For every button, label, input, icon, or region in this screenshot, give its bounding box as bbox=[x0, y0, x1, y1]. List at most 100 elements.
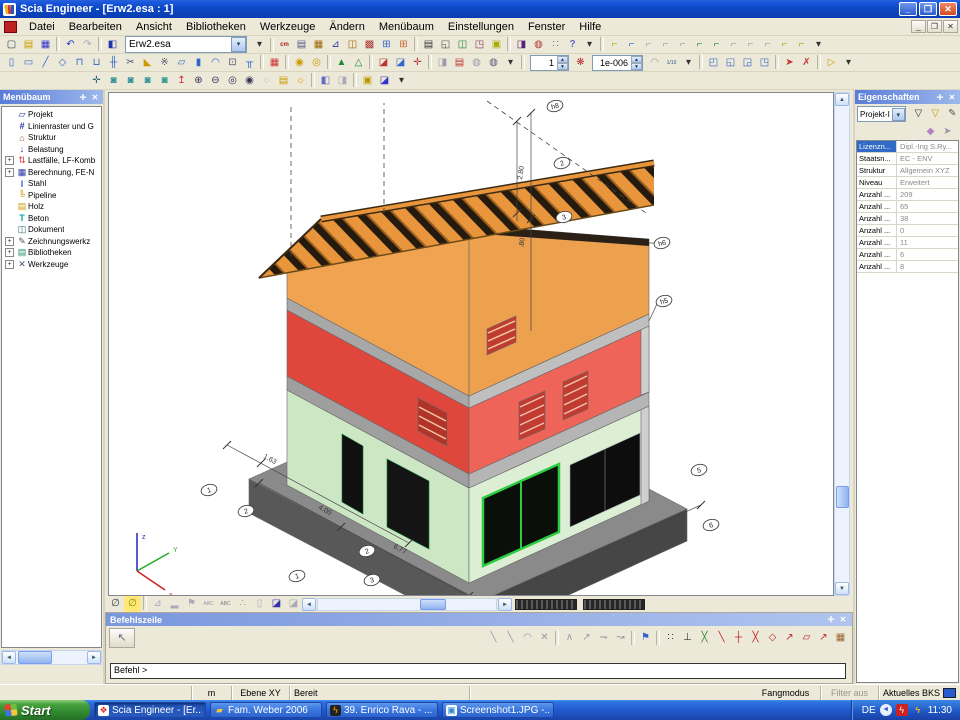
close-icon[interactable]: ✕ bbox=[947, 93, 957, 102]
section-f10-icon[interactable]: ⌐ bbox=[759, 37, 776, 53]
status-ucs[interactable]: Aktuelles BKS bbox=[879, 686, 960, 700]
restore-icon[interactable]: ❐ bbox=[919, 2, 937, 16]
workplane-icon[interactable]: ◪ bbox=[376, 73, 393, 89]
expand-icon[interactable]: + bbox=[5, 260, 14, 269]
grid-member-icon[interactable]: ╫ bbox=[105, 55, 122, 71]
copy-view3-icon[interactable]: ◲ bbox=[739, 55, 756, 71]
property-row[interactable]: Staatsn...EC - ENV bbox=[857, 153, 958, 165]
tree-horizontal-scrollbar[interactable]: ◄ ► bbox=[1, 650, 102, 665]
property-row[interactable]: Anzahl ...8 bbox=[857, 261, 958, 273]
close-icon[interactable]: ✕ bbox=[838, 615, 848, 624]
property-value[interactable]: 209 bbox=[897, 189, 958, 200]
tree-item-projekt[interactable]: ▱Projekt bbox=[4, 109, 101, 121]
tree-item-belastung[interactable]: ↓Belastung bbox=[4, 144, 101, 156]
wall-icon[interactable]: ▮ bbox=[190, 55, 207, 71]
mesh-icon[interactable]: ▩ bbox=[361, 37, 378, 53]
tray-chevron-icon[interactable]: ◄ bbox=[880, 704, 892, 716]
tree-item-stahl[interactable]: IStahl bbox=[4, 178, 101, 190]
clock[interactable]: 11:30 bbox=[928, 705, 952, 716]
calculator-icon[interactable]: ▦ bbox=[310, 37, 327, 53]
section-f8-icon[interactable]: ⌐ bbox=[725, 37, 742, 53]
filter-caret-icon[interactable]: ▾ bbox=[502, 55, 519, 71]
load-panel-icon[interactable]: ▦ bbox=[266, 55, 283, 71]
tree-item-werkzeuge[interactable]: +✕Werkzeuge bbox=[4, 259, 101, 271]
export-icon[interactable]: ◳ bbox=[471, 37, 488, 53]
snap-table-icon[interactable]: ▦ bbox=[832, 630, 849, 646]
section-f3-icon[interactable]: ⌐ bbox=[640, 37, 657, 53]
rafter-icon[interactable]: ╱ bbox=[37, 55, 54, 71]
zoom-in-icon[interactable]: ⊕ bbox=[190, 73, 207, 89]
taskbar-task-scia[interactable]: ❖ Scia Engineer - [Er... bbox=[94, 702, 206, 718]
close-icon[interactable]: ✕ bbox=[939, 2, 957, 16]
viewport-horizontal-scrollbar[interactable] bbox=[317, 598, 497, 611]
gallery-icon[interactable]: ◫ bbox=[454, 37, 471, 53]
command-input[interactable]: Befehl > bbox=[110, 663, 846, 679]
project-combobox[interactable]: Erw2.esa ▾ bbox=[125, 36, 247, 53]
print-icon[interactable]: ▤ bbox=[420, 37, 437, 53]
menu-datei[interactable]: Datei bbox=[22, 20, 62, 34]
open-icon[interactable]: ▤ bbox=[20, 37, 37, 53]
snap-mid-icon[interactable]: ┼ bbox=[730, 630, 747, 646]
property-row[interactable]: StrukturAllgemein XYZ bbox=[857, 165, 958, 177]
expand-icon[interactable]: + bbox=[5, 237, 14, 246]
property-value[interactable]: Allgemein XYZ bbox=[897, 165, 958, 176]
filter-apply-icon[interactable]: ▽ bbox=[927, 106, 944, 122]
menu-hilfe[interactable]: Hilfe bbox=[572, 20, 608, 34]
taskbar-task-media[interactable]: ϟ 39. Enrico Rava - ... bbox=[326, 702, 438, 718]
section-f5-icon[interactable]: ⌐ bbox=[674, 37, 691, 53]
spin-down-icon[interactable]: ▼ bbox=[557, 63, 568, 70]
view-caret-icon[interactable]: ▾ bbox=[393, 73, 410, 89]
scale-ratio-icon[interactable]: 1/10 bbox=[663, 55, 680, 71]
print-preview-icon[interactable]: ◱ bbox=[437, 37, 454, 53]
columns-icon[interactable]: ▯ bbox=[251, 596, 268, 612]
levels-icon[interactable]: ▂ bbox=[166, 596, 183, 612]
property-value[interactable]: 6 bbox=[897, 249, 958, 260]
viewport-vertical-scrollbar[interactable]: ▲ ▼ bbox=[834, 92, 850, 596]
property-row[interactable]: Anzahl ...6 bbox=[857, 249, 958, 261]
snap-node-icon[interactable]: ↗ bbox=[815, 630, 832, 646]
zoom-out-icon[interactable]: ⊖ bbox=[207, 73, 224, 89]
shell-icon[interactable]: ◠ bbox=[207, 55, 224, 71]
support-icon[interactable]: ▲ bbox=[333, 55, 350, 71]
property-value[interactable]: 0 bbox=[897, 225, 958, 236]
menu-aendern[interactable]: Ändern bbox=[322, 20, 371, 34]
tree-item-dokument[interactable]: ◫Dokument bbox=[4, 224, 101, 236]
copy-view1-icon[interactable]: ◰ bbox=[705, 55, 722, 71]
property-value[interactable]: 8 bbox=[897, 261, 958, 272]
menu-bearbeiten[interactable]: Bearbeiten bbox=[62, 20, 129, 34]
property-value[interactable]: EC - ENV bbox=[897, 153, 958, 164]
property-value[interactable]: 38 bbox=[897, 213, 958, 224]
open-view-icon[interactable]: ▤ bbox=[275, 73, 292, 89]
animation-progress-bar-1[interactable] bbox=[515, 599, 577, 610]
table-results-icon[interactable]: ⊞ bbox=[378, 37, 395, 53]
tree-item-lastfaelle[interactable]: +⇅Lastfälle, LF-Komb bbox=[4, 155, 101, 167]
scrollbar-thumb[interactable] bbox=[420, 599, 446, 610]
edit-icon[interactable]: ✎ bbox=[944, 106, 960, 122]
angle3-icon[interactable]: ⇁ bbox=[595, 630, 612, 646]
property-row[interactable]: NiveauErweitert bbox=[857, 177, 958, 189]
tray-app-icon[interactable]: ϟ bbox=[912, 704, 924, 716]
clip-box-icon[interactable]: ▣ bbox=[359, 73, 376, 89]
draw-delete-icon[interactable]: ✕ bbox=[536, 630, 553, 646]
section-f4-icon[interactable]: ⌐ bbox=[657, 37, 674, 53]
store-icon[interactable]: ◨ bbox=[434, 55, 451, 71]
combo-extra-caret-icon[interactable]: ▾ bbox=[251, 37, 268, 53]
snap-parallel-icon[interactable]: ▱ bbox=[798, 630, 815, 646]
send-icon[interactable]: ➤ bbox=[939, 124, 956, 140]
spin-down-icon[interactable]: ▼ bbox=[631, 63, 642, 70]
doc-edit-icon[interactable]: ◪ bbox=[268, 596, 285, 612]
section-f11-icon[interactable]: ⌐ bbox=[776, 37, 793, 53]
tree-item-zeichnungswerkzeuge[interactable]: +✎Zeichnungswerkz bbox=[4, 236, 101, 248]
scroll-left-icon[interactable]: ◄ bbox=[2, 651, 16, 664]
mdi-restore-icon[interactable]: ❐ bbox=[927, 20, 942, 33]
frame-icon[interactable]: ⊓ bbox=[71, 55, 88, 71]
angle1-icon[interactable]: ∧ bbox=[561, 630, 578, 646]
average-icon[interactable]: ◠ bbox=[646, 55, 663, 71]
chevron-down-icon[interactable]: ▾ bbox=[892, 108, 905, 121]
model-viewport[interactable]: 2.80 .80 1.63 4.00 6.77 1 2 bbox=[108, 92, 834, 596]
tree-item-holz[interactable]: ▤Holz bbox=[4, 201, 101, 213]
document-icon[interactable] bbox=[4, 21, 17, 33]
tree-item-linienraster[interactable]: #Linienraster und G bbox=[4, 121, 101, 133]
rib-icon[interactable]: ╥ bbox=[241, 55, 258, 71]
property-value[interactable]: Dipl.-Ing S.Ry... bbox=[897, 141, 958, 152]
